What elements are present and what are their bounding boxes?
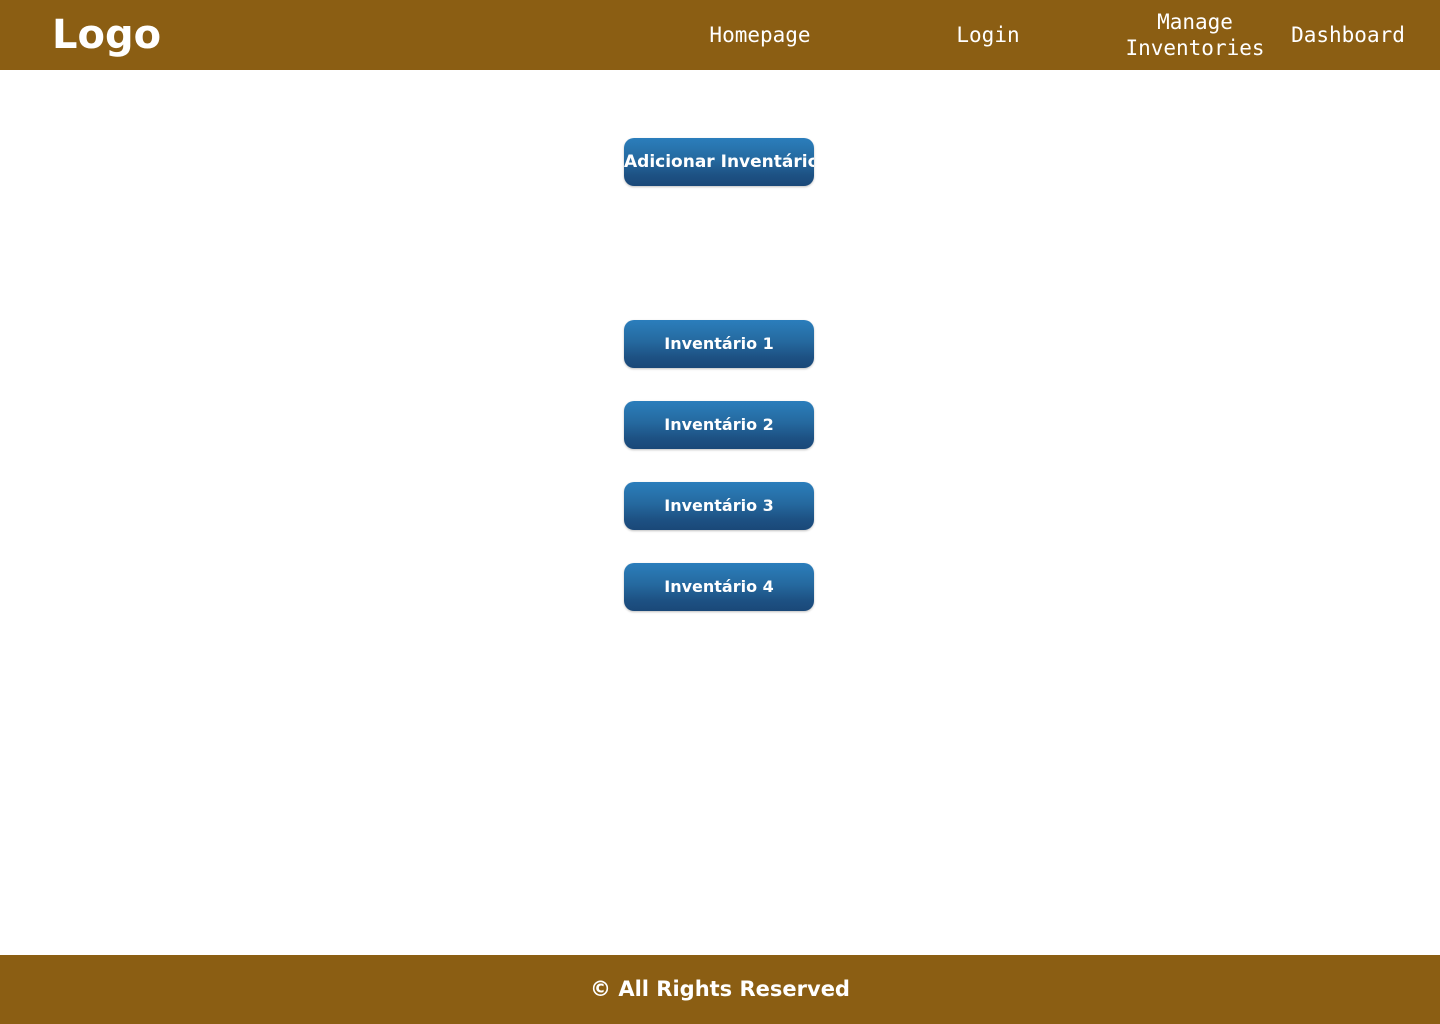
- nav-item-dashboard[interactable]: Dashboard: [1258, 22, 1438, 48]
- inventory-button-3[interactable]: Inventário 3: [624, 482, 814, 530]
- site-logo[interactable]: Logo: [52, 15, 161, 55]
- add-inventory-button[interactable]: Adicionar Inventário: [624, 138, 814, 186]
- main-content: Adicionar Inventário Inventário 1 Invent…: [0, 70, 1440, 955]
- inventory-button-1[interactable]: Inventário 1: [624, 320, 814, 368]
- copyright-text: © All Rights Reserved: [590, 977, 850, 1001]
- site-header: Logo Homepage Login Manage Inventories D…: [0, 0, 1440, 70]
- site-footer: © All Rights Reserved: [0, 955, 1440, 1024]
- inventory-button-2[interactable]: Inventário 2: [624, 401, 814, 449]
- nav-item-homepage[interactable]: Homepage: [660, 22, 860, 48]
- main-navigation: Homepage Login Manage Inventories Dashbo…: [620, 0, 1440, 70]
- nav-item-login[interactable]: Login: [888, 22, 1088, 48]
- inventory-button-4[interactable]: Inventário 4: [624, 563, 814, 611]
